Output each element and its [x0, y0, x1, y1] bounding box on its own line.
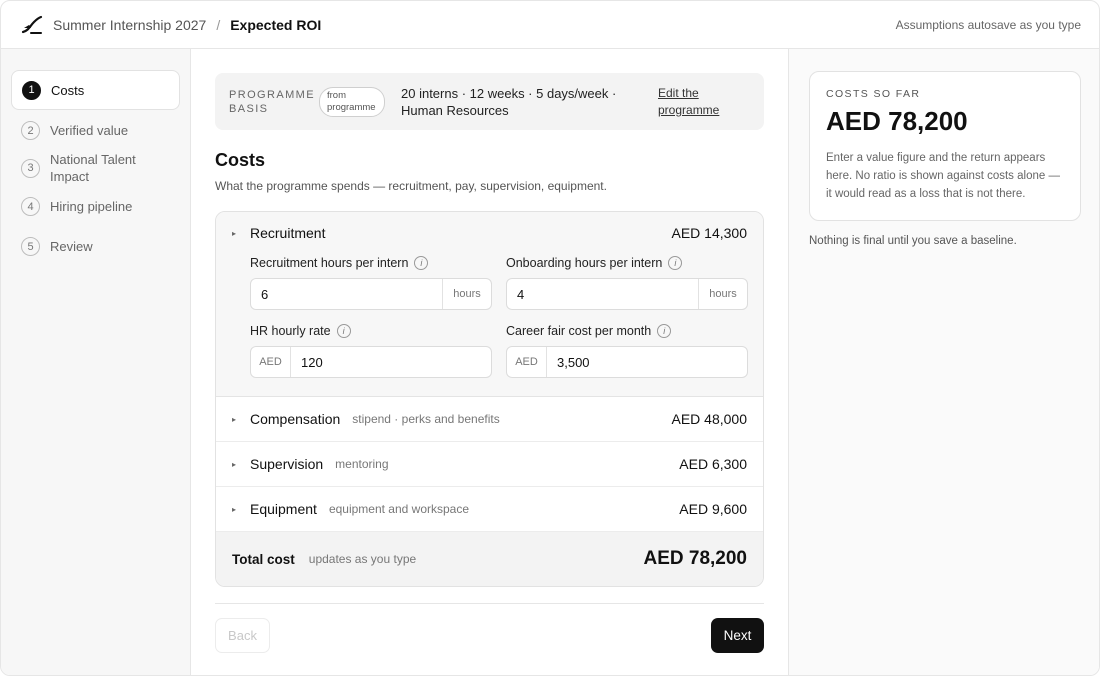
cost-row-amount: AED 9,600 [679, 501, 747, 517]
caret-icon: ▸ [232, 228, 237, 238]
total-cost-amount: AED 78,200 [643, 548, 747, 569]
programme-basis-bar: PROGRAMME BASIS from programme 20 intern… [215, 73, 764, 130]
cost-row-supervision[interactable]: ▸ Supervision mentoring AED 6,300 [216, 442, 763, 487]
back-button[interactable]: Back [215, 618, 270, 653]
step-number: 2 [21, 121, 40, 140]
cost-row-title: Compensation [250, 411, 341, 427]
breadcrumb-project[interactable]: Summer Internship 2027 [53, 17, 206, 33]
cost-row-note: equipment and workspace [328, 502, 470, 516]
recruitment-fields: Recruitment hours per intern i 6 hours O… [250, 254, 748, 378]
field-onboarding-hours: Onboarding hours per intern i 4 hours [506, 254, 748, 310]
step-number: 1 [22, 80, 41, 100]
recruitment-section: ▸ Recruitment AED 14,300 Recruitment hou… [216, 212, 763, 397]
step-navigation: Back Next [215, 618, 764, 653]
steps-sidebar: 1 Costs 2 Verified value 3 National Tale… [1, 49, 191, 675]
cost-row-note: stipend · perks and benefits [352, 412, 500, 426]
field-label: HR hourly rate i [250, 322, 492, 340]
main-content: PROGRAMME BASIS from programme 20 intern… [215, 49, 764, 653]
cost-row-amount: AED 14,300 [671, 225, 748, 241]
unit-suffix: hours [698, 279, 747, 309]
costs-so-far-card: COSTS SO FAR AED 78,200 Enter a value fi… [809, 71, 1081, 221]
career-fair-cost-input[interactable]: AED 3,500 [506, 346, 748, 378]
input-value[interactable]: 6 [251, 279, 442, 309]
caret-icon: ▸ [232, 414, 237, 424]
step-review[interactable]: 5 Review [11, 237, 180, 256]
field-label: Career fair cost per month i [506, 322, 748, 340]
cost-row-equipment[interactable]: ▸ Equipment equipment and workspace AED … [216, 487, 763, 532]
breadcrumb-separator: / [216, 16, 221, 33]
cost-row-compensation[interactable]: ▸ Compensation stipend · perks and benef… [216, 397, 763, 442]
cost-row-title: Equipment [250, 501, 317, 517]
currency-prefix: AED [507, 347, 547, 377]
edit-programme-link[interactable]: Edit the programme [658, 85, 750, 119]
field-label-text: HR hourly rate [250, 324, 331, 338]
app-logo-icon [21, 15, 43, 34]
info-icon[interactable]: i [414, 256, 429, 270]
costs-so-far-label: COSTS SO FAR [826, 88, 921, 100]
step-label: Review [50, 239, 93, 254]
return-explanation: Enter a value figure and the return appe… [826, 152, 1060, 200]
programme-basis-label: PROGRAMME BASIS [229, 88, 315, 115]
input-value[interactable]: 120 [291, 347, 491, 377]
currency-prefix: AED [251, 347, 291, 377]
step-verified-value[interactable]: 2 Verified value [11, 121, 180, 140]
page-title: Expected ROI [230, 16, 322, 33]
source-badge: from programme [319, 86, 385, 117]
caret-icon: ▸ [232, 459, 237, 469]
field-career-fair-cost: Career fair cost per month i AED 3,500 [506, 322, 748, 378]
input-value[interactable]: 3,500 [547, 347, 747, 377]
next-button[interactable]: Next [711, 618, 764, 653]
hr-hourly-rate-input[interactable]: AED 120 [250, 346, 492, 378]
cost-row-amount: AED 48,000 [671, 411, 748, 427]
autosave-status: Assumptions autosave as you type [895, 17, 1081, 32]
info-icon[interactable]: i [657, 324, 672, 338]
step-hiring-pipeline[interactable]: 4 Hiring pipeline [11, 197, 180, 216]
step-label: Verified value [50, 123, 129, 138]
field-label-text: Onboarding hours per intern [506, 256, 663, 270]
cost-row-note: mentoring [335, 457, 389, 471]
total-cost-row: Total cost updates as you type AED 78,20… [216, 532, 763, 586]
step-label: Hiring pipeline [50, 199, 133, 214]
total-cost-label: Total cost [232, 551, 295, 567]
section-subtitle: What the programme spends — recruitment,… [215, 179, 607, 193]
step-number: 4 [21, 197, 40, 216]
onboarding-hours-input[interactable]: 4 hours [506, 278, 748, 310]
field-label-text: Career fair cost per month [506, 324, 652, 338]
programme-summary: 20 interns · 12 weeks · 5 days/week · Hu… [401, 85, 617, 118]
field-label: Recruitment hours per intern i [250, 254, 492, 272]
step-number: 3 [21, 158, 40, 178]
field-recruitment-hours: Recruitment hours per intern i 6 hours [250, 254, 492, 310]
info-icon[interactable]: i [668, 256, 683, 270]
costs-card: ▸ Recruitment AED 14,300 Recruitment hou… [215, 211, 764, 587]
baseline-note: Nothing is final until you save a baseli… [809, 235, 1017, 247]
step-number: 5 [21, 237, 40, 256]
recruitment-hours-input[interactable]: 6 hours [250, 278, 492, 310]
field-hr-hourly-rate: HR hourly rate i AED 120 [250, 322, 492, 378]
input-value[interactable]: 4 [507, 279, 698, 309]
recruitment-header[interactable]: ▸ Recruitment AED 14,300 [232, 225, 747, 241]
cost-row-amount: AED 6,300 [679, 456, 747, 472]
field-label-text: Recruitment hours per intern [250, 256, 409, 270]
step-label: National Talent Impact [50, 152, 136, 184]
step-national-talent-impact[interactable]: 3 National Talent Impact [11, 150, 180, 186]
cost-row-title: Supervision [250, 456, 324, 472]
summary-panel: COSTS SO FAR AED 78,200 Enter a value fi… [788, 49, 1099, 675]
divider [215, 603, 764, 604]
cost-row-title: Recruitment [250, 225, 326, 241]
caret-icon: ▸ [232, 504, 237, 514]
section-title: Costs [215, 150, 266, 170]
top-bar: Summer Internship 2027 / Expected ROI As… [1, 1, 1099, 49]
field-label: Onboarding hours per intern i [506, 254, 748, 272]
app-window: Summer Internship 2027 / Expected ROI As… [0, 0, 1100, 676]
step-label: Costs [51, 82, 85, 98]
info-icon[interactable]: i [336, 324, 351, 338]
unit-suffix: hours [442, 279, 491, 309]
total-cost-note: updates as you type [308, 552, 417, 566]
step-costs[interactable]: 1 Costs [11, 70, 180, 110]
costs-so-far-amount: AED 78,200 [826, 106, 968, 136]
